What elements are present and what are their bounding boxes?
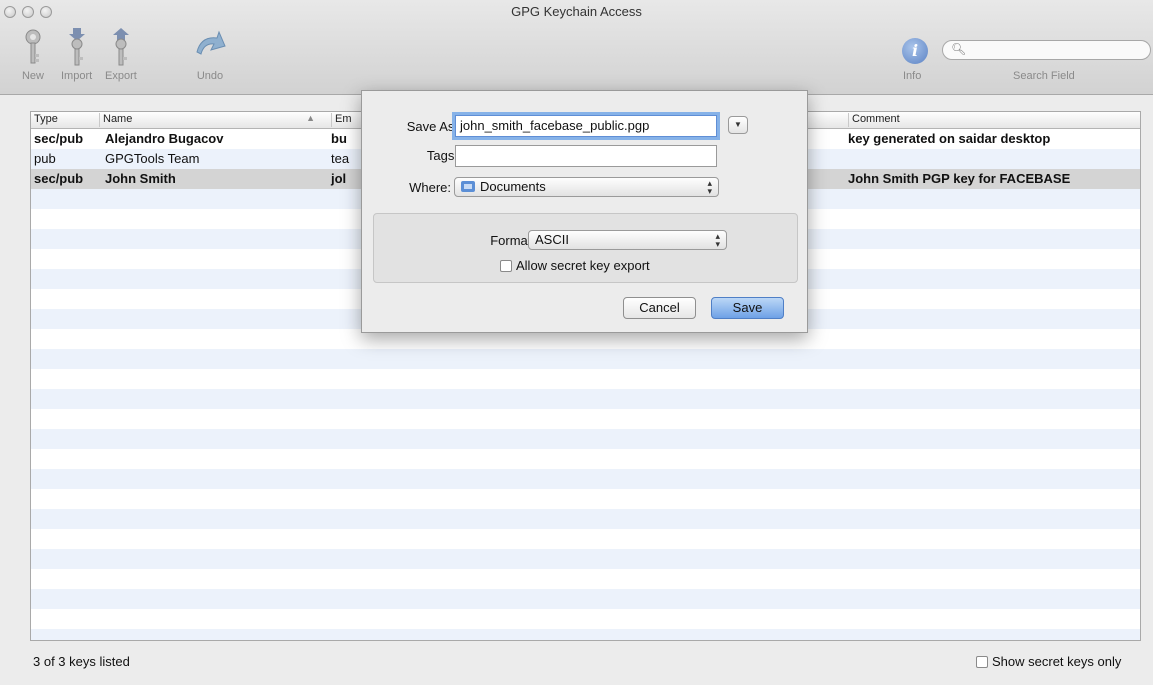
gpg-keychain-window: GPG Keychain Access New Import Export Un… bbox=[0, 0, 1153, 685]
import-button[interactable]: Import bbox=[61, 28, 92, 82]
export-label: Export bbox=[105, 70, 137, 82]
cell-name: GPGTools Team bbox=[105, 151, 200, 166]
sort-ascending-icon: ▲ bbox=[306, 113, 315, 123]
cell-type: sec/pub bbox=[34, 171, 84, 186]
undo-button[interactable]: Undo bbox=[193, 28, 227, 82]
export-key-icon bbox=[112, 28, 129, 66]
window-title: GPG Keychain Access bbox=[511, 4, 642, 19]
info-icon[interactable]: i bbox=[902, 38, 928, 64]
import-label: Import bbox=[61, 70, 93, 82]
toolbar: GPG Keychain Access New Import Export Un… bbox=[0, 0, 1153, 95]
save-dialog: Save As: john_smith_facebase_public.pgp … bbox=[361, 90, 808, 333]
popup-arrows-icon: ▴ ▾ bbox=[707, 178, 712, 196]
format-label: Format: bbox=[490, 233, 535, 248]
search-icon: 🔍︎ bbox=[951, 42, 967, 56]
column-header-comment[interactable]: Comment bbox=[848, 113, 900, 127]
allow-secret-label: Allow secret key export bbox=[516, 258, 650, 273]
cell-comment: key generated on saidar desktop bbox=[848, 131, 1051, 146]
save-as-input[interactable]: john_smith_facebase_public.pgp bbox=[455, 115, 717, 137]
export-button[interactable]: Export bbox=[105, 28, 137, 82]
cell-email: tea bbox=[331, 151, 350, 166]
format-value: ASCII bbox=[535, 232, 569, 247]
allow-secret-key-export-checkbox[interactable]: Allow secret key export bbox=[500, 258, 650, 273]
popup-arrows-icon: ▴ ▾ bbox=[715, 231, 720, 249]
save-button[interactable]: Save bbox=[711, 297, 784, 319]
search-field-label: Search Field bbox=[1013, 70, 1075, 82]
new-button[interactable]: New bbox=[20, 28, 46, 82]
info-label: Info bbox=[903, 70, 922, 82]
cell-email: jol bbox=[331, 171, 347, 186]
checkbox-icon bbox=[976, 656, 988, 668]
search-input[interactable]: 🔍︎ bbox=[942, 40, 1151, 60]
save-as-label: Save As: bbox=[406, 119, 458, 134]
tags-label: Tags: bbox=[426, 148, 458, 163]
import-key-icon bbox=[68, 28, 85, 66]
column-header-name-label: Name bbox=[103, 113, 133, 125]
cancel-button[interactable]: Cancel bbox=[623, 297, 696, 319]
cell-type: sec/pub bbox=[34, 131, 84, 146]
tags-input[interactable] bbox=[455, 145, 717, 167]
column-header-email[interactable]: Em bbox=[331, 113, 352, 127]
where-value: Documents bbox=[480, 179, 546, 194]
undo-label: Undo bbox=[196, 70, 224, 82]
show-secret-keys-checkbox[interactable]: Show secret keys only bbox=[976, 654, 1121, 669]
cell-type: pub bbox=[34, 151, 56, 166]
export-options-group: Format: ASCII ▴ ▾ Allow secret key export bbox=[373, 213, 798, 283]
key-icon bbox=[25, 29, 41, 64]
where-label: Where: bbox=[409, 180, 451, 195]
chevron-down-icon: ▼ bbox=[734, 120, 742, 129]
column-header-name[interactable]: Name ▲ bbox=[99, 113, 319, 127]
format-popup[interactable]: ASCII ▴ ▾ bbox=[528, 230, 727, 250]
expand-dialog-button[interactable]: ▼ bbox=[728, 116, 748, 134]
folder-icon bbox=[461, 181, 475, 192]
new-label: New bbox=[21, 70, 44, 82]
cell-name: John Smith bbox=[105, 171, 176, 186]
undo-arrow-icon bbox=[196, 30, 226, 55]
keys-count-status: 3 of 3 keys listed bbox=[33, 654, 130, 669]
show-secret-label: Show secret keys only bbox=[992, 654, 1122, 669]
cell-name: Alejandro Bugacov bbox=[105, 131, 224, 146]
cell-email: bu bbox=[331, 131, 347, 146]
where-popup[interactable]: Documents ▴ ▾ bbox=[454, 177, 719, 197]
column-header-type[interactable]: Type bbox=[31, 113, 58, 127]
checkbox-icon bbox=[500, 260, 512, 272]
cell-comment: John Smith PGP key for FACEBASE bbox=[848, 171, 1071, 186]
